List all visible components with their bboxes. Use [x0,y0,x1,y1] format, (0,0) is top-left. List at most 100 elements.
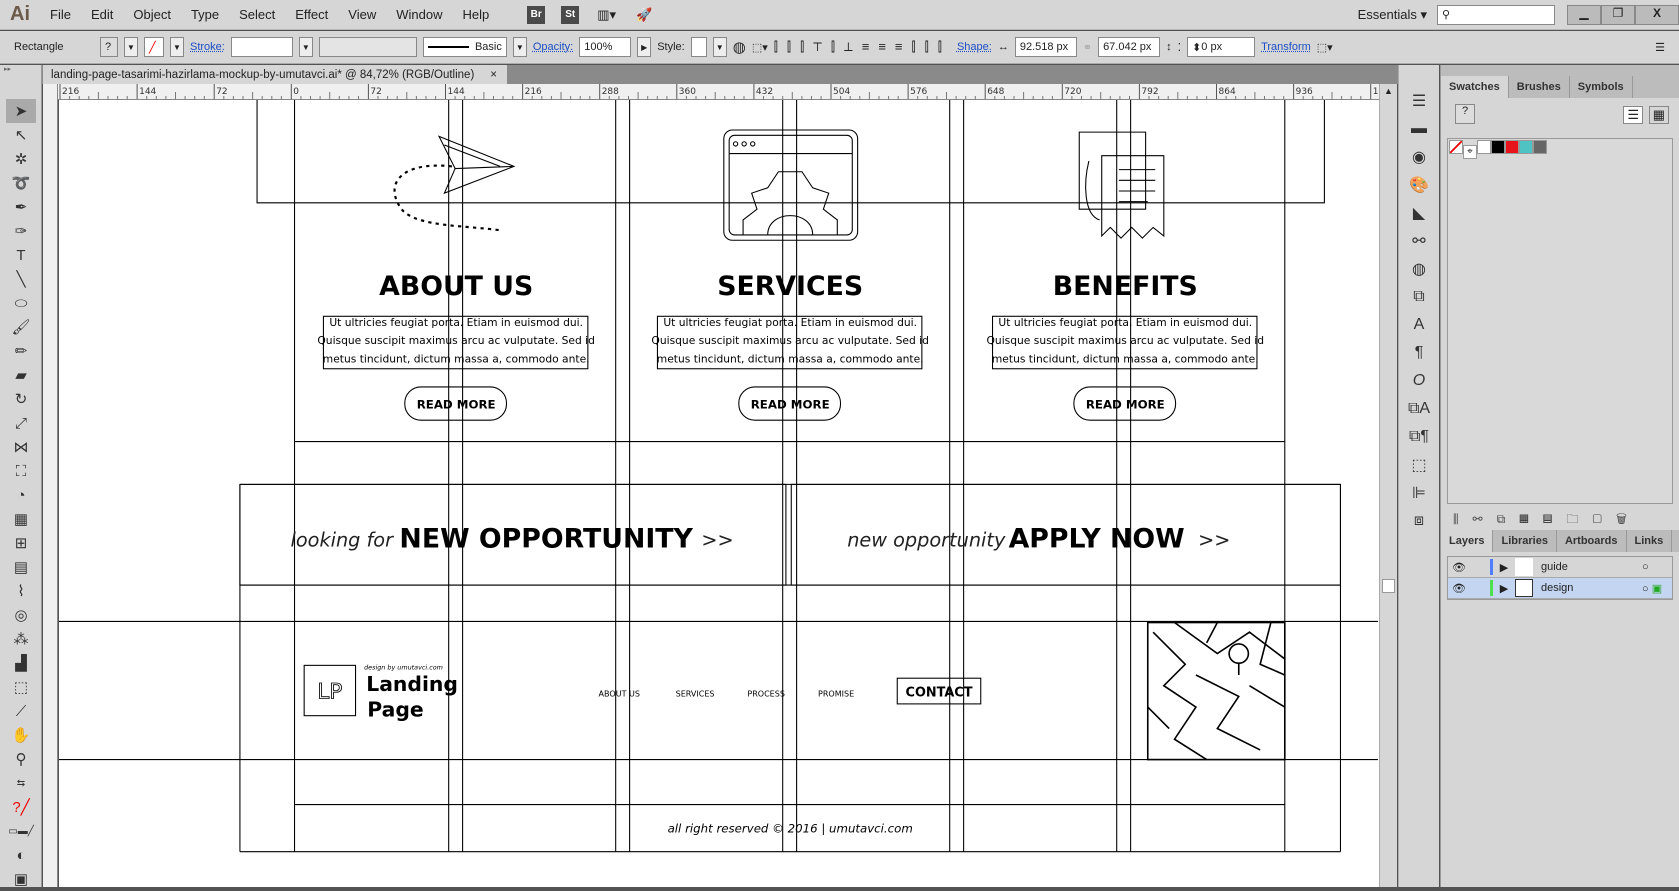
scale-tool-icon[interactable]: ⤢ [6,411,36,435]
recolor-artwork-icon[interactable]: ◍ [733,38,746,56]
stroke-swatch[interactable]: ╱ [144,37,164,57]
menu-edit[interactable]: Edit [81,7,123,22]
menu-help[interactable]: Help [452,7,499,22]
footer-nav-services[interactable]: SERVICES [676,689,715,698]
menu-type[interactable]: Type [181,7,229,22]
graphic-styles-panel-icon[interactable]: ◍ [1399,255,1439,283]
contact-label[interactable]: CONTACT [906,685,973,700]
swap-fill-stroke-icon[interactable]: ⇆ [6,771,36,795]
gradient-tool-icon[interactable]: ▤ [6,555,36,579]
tab-links[interactable]: Links [1627,530,1673,552]
visibility-eye-icon[interactable]: 👁 [1448,561,1470,574]
footer-nav-about[interactable]: ABOUT US [599,689,640,698]
brush-definition[interactable]: Basic [422,37,507,57]
fill-stroke-indicator[interactable]: ?╱ [6,795,36,819]
stroke-dropdown[interactable]: ▼ [170,37,184,57]
layer-name[interactable]: guide [1541,561,1642,573]
tab-symbols[interactable]: Symbols [1570,76,1633,98]
arrange-documents-icon[interactable]: ▥▾ [587,7,626,23]
stroke-label[interactable]: Stroke: [190,41,225,53]
minimize-button[interactable]: ▁ [1567,4,1601,25]
menu-window[interactable]: Window [386,7,452,22]
canvas[interactable]: ABOUT US Ut ultricies feugiat porta. Etia… [59,100,1379,887]
layer-row[interactable]: 👁 ▶ guide ○ [1448,557,1672,578]
tab-layers[interactable]: Layers [1441,530,1494,552]
target-icon[interactable]: ○ [1642,561,1672,573]
drawing-mode-icon[interactable]: ◐ [6,843,36,867]
align-buttons[interactable]: ⫿⫿⫿⊤⫿⊥≡≡≡⫿⫿⫿ [774,39,951,55]
paragraph-styles-panel-icon[interactable]: ⧉¶ [1399,423,1439,451]
align-panel-icon[interactable]: ⊫ [1399,479,1439,507]
symbol-sprayer-tool-icon[interactable]: ⁂ [6,627,36,651]
horizontal-ruler[interactable]: 216 144 72 0 72 144 216 288 360 432 504 576 648 720 79… [58,84,1379,100]
tab-swatches[interactable]: Swatches [1441,76,1509,98]
stroke-weight-input[interactable] [230,37,293,57]
column-graph-tool-icon[interactable]: ▟ [6,651,36,675]
layer-name[interactable]: design [1541,582,1642,594]
line-tool-icon[interactable]: ╲ [6,267,36,291]
shape-label[interactable]: Shape: [957,41,992,53]
opacity-slider-button[interactable]: ▶ [637,37,652,57]
width-tool-icon[interactable]: ⋈ [6,435,36,459]
swatch[interactable] [1505,140,1519,154]
workspace-switcher[interactable]: Essentials ▾ [1348,7,1437,23]
ellipse-tool-icon[interactable]: ⬭ [6,291,36,315]
screen-mode-icon[interactable]: ▣ [6,867,36,891]
vertical-ruler[interactable] [43,84,58,887]
mesh-tool-icon[interactable]: ⊞ [6,531,36,555]
expand-triangle-icon[interactable]: ▶ [1493,582,1515,595]
expand-triangle-icon[interactable]: ▶ [1493,561,1515,574]
curvature-tool-icon[interactable]: ✑ [6,219,36,243]
menu-select[interactable]: Select [229,7,285,22]
paragraph-panel-icon[interactable]: ¶ [1399,339,1439,367]
collapse-icon[interactable]: ▸▸ [0,65,41,73]
visibility-eye-icon[interactable]: 👁 [1448,582,1470,595]
free-transform-tool-icon[interactable]: ⛶ [6,459,36,483]
restore-button[interactable]: ❐ [1601,4,1635,25]
stepper-icon[interactable]: ⬍ [1192,41,1201,54]
type-tool-icon[interactable]: T [6,243,36,267]
stock-button[interactable]: St [561,5,580,24]
swatch[interactable] [1491,140,1505,154]
document-tab[interactable]: landing-page-tasarimi-hazirlama-mockup-b… [43,65,508,84]
corner-type-icon[interactable]: ⁚ [1178,41,1182,54]
brush-dropdown[interactable]: ▼ [512,37,527,57]
transform-panel-icon[interactable]: ⬚ [1399,451,1439,479]
close-tab-icon[interactable]: × [490,69,497,81]
pencil-tool-icon[interactable]: ✏ [6,339,36,363]
swatch-actions[interactable]: ⫼⚯⧉▦▤🗀▢🗑 [1441,504,1679,530]
pathfinder-panel-icon[interactable]: ⧈ [1399,507,1439,535]
shape-height-input[interactable]: 67.042 px [1098,37,1161,57]
opentype-panel-icon[interactable]: O [1399,367,1439,395]
menu-effect[interactable]: Effect [285,7,338,22]
search-input[interactable]: ⚲ [1437,4,1555,25]
scroll-up-icon[interactable]: ▲ [1380,84,1397,96]
perspective-grid-tool-icon[interactable]: ▦ [6,507,36,531]
swatch[interactable] [1533,140,1547,154]
gradient-panel-icon[interactable]: ▬ [1399,115,1439,143]
eyedropper-tool-icon[interactable]: ⌇ [6,579,36,603]
magic-wand-tool-icon[interactable]: ✲ [6,147,36,171]
transparency-panel-icon[interactable]: ◉ [1399,143,1439,171]
color-guide-panel-icon[interactable]: 🎨 [1399,171,1439,199]
panel-menu-icon[interactable]: ☰ [1655,41,1665,54]
grid-view-icon[interactable]: ▦ [1648,106,1669,124]
target-icon[interactable]: ○ ▣ [1642,582,1672,595]
slice-tool-icon[interactable]: ⟋ [6,699,36,723]
transform-label[interactable]: Transform [1261,41,1311,53]
vertical-scrollbar[interactable]: ▲ [1379,84,1397,887]
color-panel-icon[interactable]: ◣ [1399,199,1439,227]
read-more-label[interactable]: READ MORE [417,397,496,411]
appearance-panel-icon[interactable]: ⚯ [1399,227,1439,255]
stroke-panel-icon[interactable]: ☰ [1399,87,1439,115]
color-mode-icons[interactable]: ▭▬╱ [6,819,36,843]
rotate-tool-icon[interactable]: ↻ [6,387,36,411]
corner-radius-input[interactable]: ⬍ 0 px [1187,37,1256,57]
bridge-button[interactable]: Br [527,5,546,24]
artboard-tool-icon[interactable]: ⬚ [6,675,36,699]
swatch-registration[interactable]: ⌖ [1463,145,1477,159]
banner-left-arrow[interactable]: >> [701,529,733,552]
opacity-input[interactable]: 100% [579,37,632,57]
pen-tool-icon[interactable]: ✒ [6,195,36,219]
layer-row[interactable]: 👁 ▶ design ○ ▣ [1448,578,1672,599]
